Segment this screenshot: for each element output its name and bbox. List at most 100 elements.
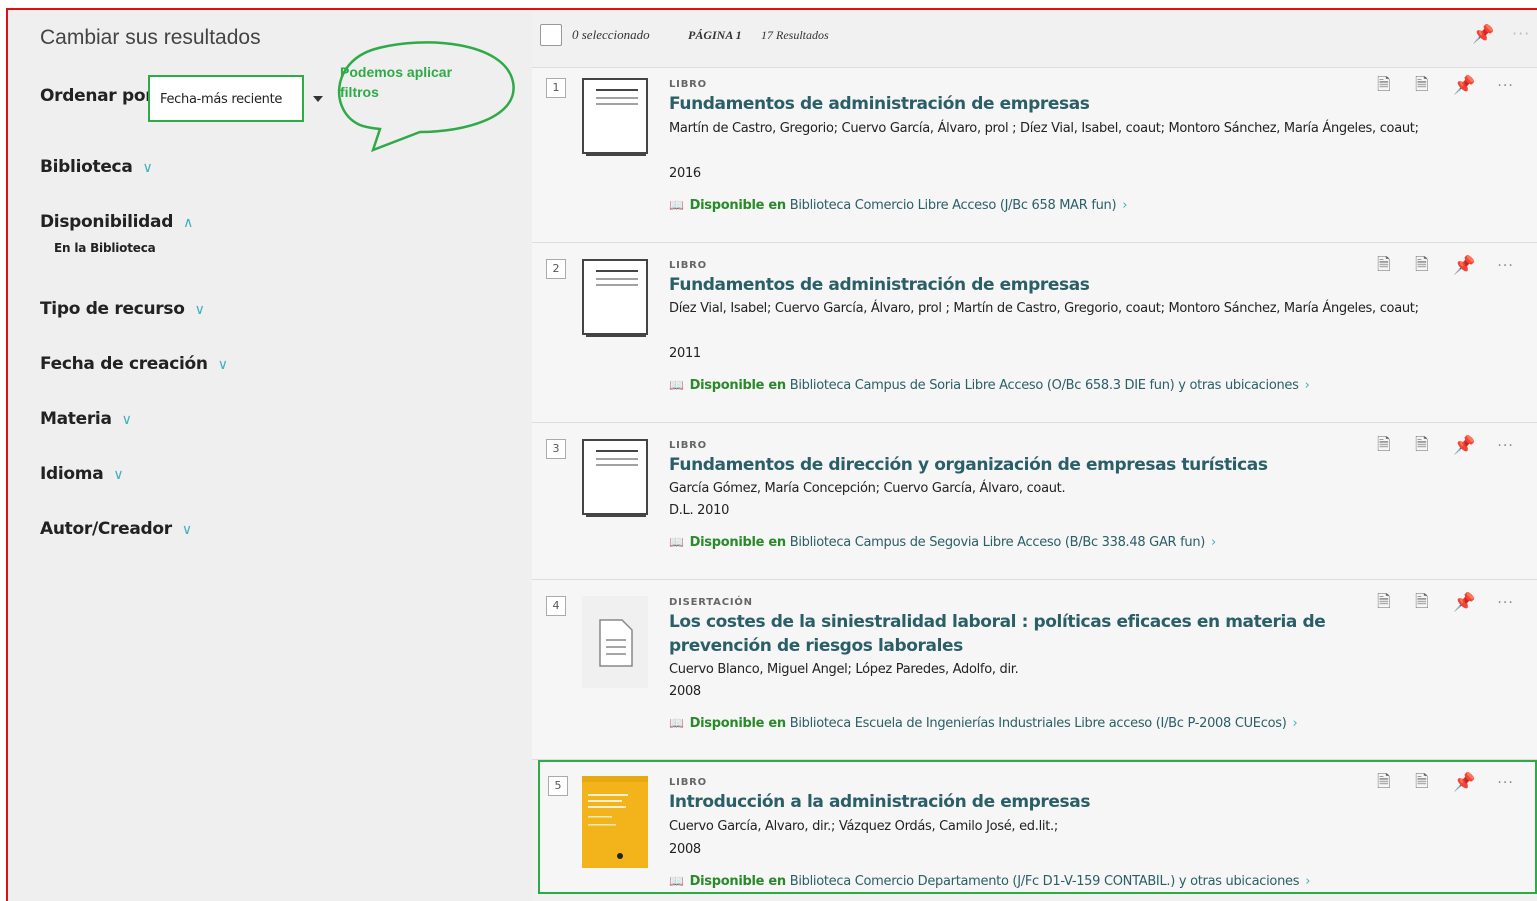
chevron-right-icon: › <box>1305 874 1311 889</box>
chevron-right-icon: › <box>1292 716 1298 731</box>
export-icon[interactable]: 🗎 <box>1415 773 1431 792</box>
availability[interactable]: 📖 Disponible en Biblioteca Comercio Libre… <box>669 198 1127 213</box>
citation-icon[interactable]: 🗎 <box>1377 76 1393 95</box>
result-authors: Martín de Castro, Gregorio; Cuervo Garcí… <box>669 121 1419 136</box>
result-number: 1 <box>546 78 566 98</box>
annotation-text: Podemos aplicar filtros <box>340 64 453 100</box>
facet-biblioteca[interactable]: Biblioteca ∨ <box>40 157 153 177</box>
citation-icon[interactable]: 🗎 <box>1377 593 1393 612</box>
pin-icon[interactable]: 📌 <box>1472 24 1494 45</box>
facet-autor-creador[interactable]: Autor/Creador ∨ <box>40 519 192 539</box>
export-icon[interactable]: 🗎 <box>1415 76 1431 95</box>
result-year: D.L. 2010 <box>669 503 730 518</box>
availability-location: Biblioteca Comercio Departamento (J/Fc D… <box>789 874 1300 889</box>
results-toolbar: 0 seleccionado PÁGINA 1 17 Resultados 📌 … <box>532 10 1537 68</box>
result-authors: Cuervo Blanco, Miguel Angel; López Pared… <box>669 662 1019 677</box>
result-number: 3 <box>546 439 566 459</box>
export-icon[interactable]: 🗎 <box>1415 256 1431 275</box>
facet-fecha-de-creacion[interactable]: Fecha de creación ∨ <box>40 354 228 374</box>
export-icon[interactable]: 🗎 <box>1415 436 1431 455</box>
availability-status: Disponible en <box>689 535 787 550</box>
resource-type: LIBRO <box>669 440 707 451</box>
result-year: 2008 <box>669 842 701 857</box>
availability-status: Disponible en <box>689 874 787 889</box>
book-cover-image <box>582 776 648 868</box>
pin-icon[interactable]: 📌 <box>1453 76 1475 95</box>
availability-status: Disponible en <box>689 378 787 393</box>
availability-location: Biblioteca Campus de Segovia Libre Acces… <box>789 535 1206 550</box>
result-number: 2 <box>546 259 566 279</box>
resource-type: LIBRO <box>669 777 707 788</box>
availability[interactable]: 📖 Disponible en Biblioteca Escuela de Ing… <box>669 716 1298 731</box>
more-options-icon[interactable]: ··· <box>1497 258 1513 274</box>
more-options-icon[interactable]: ··· <box>1497 775 1513 791</box>
result-actions: 🗎 🗎 📌 ··· <box>1377 593 1514 613</box>
result-item[interactable]: 3 LIBRO Fundamentos de dirección y organ… <box>532 423 1537 580</box>
chevron-right-icon: › <box>1211 535 1216 550</box>
result-year: 2008 <box>669 684 701 699</box>
facet-idioma[interactable]: Idioma ∨ <box>40 464 124 484</box>
result-number: 5 <box>548 776 568 796</box>
result-title[interactable]: Fundamentos de administración de empresa… <box>669 273 1359 297</box>
book-cover-icon <box>582 439 648 517</box>
result-actions: 🗎 🗎 📌 ··· <box>1377 256 1514 276</box>
facet-materia[interactable]: Materia ∨ <box>40 409 132 429</box>
facet-label: Biblioteca <box>40 157 133 177</box>
results-count: 17 Resultados <box>761 28 829 42</box>
sort-value: Fecha-más reciente <box>160 92 283 107</box>
citation-icon[interactable]: 🗎 <box>1377 256 1393 275</box>
chevron-right-icon: › <box>1122 198 1128 213</box>
facet-tipo-de-recurso[interactable]: Tipo de recurso ∨ <box>40 299 205 319</box>
caret-down-icon[interactable] <box>313 96 323 102</box>
availability-location: Biblioteca Campus de Soria Libre Acceso … <box>789 378 1299 393</box>
result-authors: García Gómez, María Concepción; Cuervo G… <box>669 481 1066 496</box>
availability-status: Disponible en <box>689 198 787 213</box>
pin-icon[interactable]: 📌 <box>1453 593 1475 612</box>
book-cover-icon <box>582 78 648 156</box>
availability-status: Disponible en <box>689 716 787 731</box>
chevron-up-icon: ∧ <box>183 215 194 231</box>
pin-icon[interactable]: 📌 <box>1453 773 1475 792</box>
availability-location: Biblioteca Escuela de Ingenierías Indust… <box>789 716 1287 731</box>
result-title[interactable]: Fundamentos de dirección y organización … <box>669 453 1359 477</box>
facet-option-en-la-biblioteca[interactable]: En la Biblioteca <box>54 241 156 255</box>
facet-label: Fecha de creación <box>40 354 208 374</box>
result-title[interactable]: Los costes de la siniestralidad laboral … <box>669 610 1359 658</box>
more-options-icon[interactable]: ··· <box>1497 595 1513 611</box>
more-options-icon[interactable]: ··· <box>1497 438 1513 454</box>
facet-disponibilidad[interactable]: Disponibilidad ∧ <box>40 212 193 232</box>
result-title[interactable]: Introducción a la administración de empr… <box>669 790 1359 814</box>
result-item[interactable]: 4 DISERTACIÓN Los costes de la siniestra… <box>532 580 1537 760</box>
result-title[interactable]: Fundamentos de administración de empresa… <box>669 92 1359 116</box>
citation-icon[interactable]: 🗎 <box>1377 773 1393 792</box>
facet-label: Materia <box>40 409 112 429</box>
result-item-highlighted[interactable]: 5 LIBRO Introducción a la administración… <box>538 760 1537 894</box>
availability[interactable]: 📖 Disponible en Biblioteca Campus de Sori… <box>669 378 1310 393</box>
result-authors: Díez Vial, Isabel; Cuervo García, Álvaro… <box>669 301 1419 316</box>
result-actions: 🗎 🗎 📌 ··· <box>1377 773 1514 793</box>
chevron-right-icon: › <box>1304 378 1310 393</box>
book-open-icon: 📖 <box>669 198 684 212</box>
facet-label: Disponibilidad <box>40 212 174 232</box>
result-item[interactable]: 2 LIBRO Fundamentos de administración de… <box>532 243 1537 423</box>
sort-select[interactable]: Fecha-más reciente <box>148 75 304 122</box>
chevron-down-icon: ∨ <box>194 302 205 318</box>
select-all-checkbox[interactable] <box>540 24 562 46</box>
page-indicator: PÁGINA 1 <box>688 28 742 42</box>
book-open-icon: 📖 <box>669 716 684 730</box>
availability[interactable]: 📖 Disponible en Biblioteca Comercio Depar… <box>669 874 1310 889</box>
chevron-down-icon: ∨ <box>217 357 228 373</box>
more-options-icon[interactable]: ··· <box>1497 78 1513 94</box>
chevron-down-icon: ∨ <box>121 412 132 428</box>
facet-label: Idioma <box>40 464 104 484</box>
more-options-icon[interactable]: ··· <box>1512 24 1530 43</box>
export-icon[interactable]: 🗎 <box>1415 593 1431 612</box>
availability[interactable]: 📖 Disponible en Biblioteca Campus de Sego… <box>669 535 1216 550</box>
result-item[interactable]: 1 LIBRO Fundamentos de administración de… <box>532 68 1537 243</box>
result-number: 4 <box>546 596 566 616</box>
resource-type: LIBRO <box>669 260 707 271</box>
pin-icon[interactable]: 📌 <box>1453 436 1475 455</box>
citation-icon[interactable]: 🗎 <box>1377 436 1393 455</box>
pin-icon[interactable]: 📌 <box>1453 256 1475 275</box>
result-actions: 🗎 🗎 📌 ··· <box>1377 76 1514 96</box>
